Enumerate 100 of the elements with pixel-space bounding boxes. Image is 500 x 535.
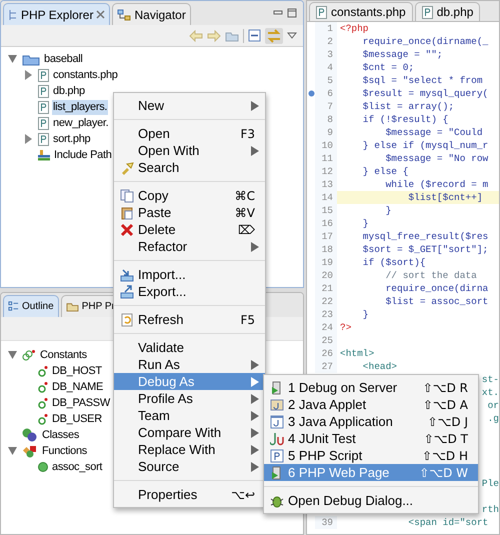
code-line: <head> bbox=[362, 361, 398, 372]
tree-item[interactable]: assoc_sort bbox=[51, 460, 104, 474]
menu-item[interactable]: Replace With bbox=[114, 441, 265, 458]
expanded-arrow-icon[interactable] bbox=[7, 350, 19, 360]
menu-item[interactable]: 5 PHP Script ⇧⌥D H bbox=[264, 447, 478, 464]
line-number: 21 bbox=[315, 282, 337, 295]
line-number: 10 bbox=[315, 139, 337, 152]
line-number: 17 bbox=[315, 230, 337, 243]
menu-item[interactable]: Open F3 bbox=[114, 125, 265, 142]
menu-item[interactable]: New bbox=[114, 97, 265, 114]
line-number: 23 bbox=[315, 308, 337, 321]
view-tab[interactable]: Outline bbox=[3, 295, 59, 317]
menu-item[interactable]: Validate bbox=[114, 339, 265, 356]
menu-item[interactable]: Run As bbox=[114, 356, 265, 373]
tree-item[interactable]: new_player. bbox=[52, 116, 110, 130]
menu-item[interactable]: Compare With bbox=[114, 424, 265, 441]
folder-icon bbox=[22, 52, 40, 66]
view-menu-icon[interactable] bbox=[287, 32, 297, 40]
code-line: <html> bbox=[340, 348, 374, 359]
tree-item[interactable]: Functions bbox=[41, 444, 88, 458]
view-tab[interactable]: PHP Explorer bbox=[3, 3, 110, 25]
constant-icon bbox=[38, 365, 48, 377]
line-number: 18 bbox=[315, 243, 337, 256]
code-line: $sort = $_GET["sort"]; bbox=[362, 244, 488, 255]
line-number: 27 bbox=[315, 360, 337, 373]
function-icon bbox=[38, 462, 48, 472]
line-number: 11 bbox=[315, 152, 337, 165]
line-number: 22 bbox=[315, 295, 337, 308]
expanded-arrow-icon[interactable] bbox=[7, 446, 19, 456]
code-fragment: or bbox=[488, 399, 499, 412]
menu-item[interactable]: 2 Java Applet ⇧⌥D A bbox=[264, 396, 478, 413]
script-icon bbox=[270, 448, 284, 462]
shortcut-label: ⇧⌥D W bbox=[419, 464, 469, 482]
menu-item[interactable]: Open Debug Dialog... bbox=[264, 492, 478, 509]
line-number: 7 bbox=[315, 100, 337, 113]
menu-item[interactable]: Import... bbox=[114, 266, 265, 283]
shortcut-label: ⌥↩ bbox=[231, 486, 256, 504]
tree-item[interactable]: DB_USER bbox=[51, 412, 103, 426]
shortcut-label: ⇧⌥D J bbox=[428, 414, 469, 430]
menu-item[interactable]: 4 JUnit Test ⇧⌥D T bbox=[264, 430, 478, 447]
code-line: <?php bbox=[340, 23, 369, 34]
tree-item[interactable]: db.php bbox=[52, 84, 86, 98]
shortcut-label: F5 bbox=[240, 312, 256, 328]
tree-item[interactable]: DB_HOST bbox=[51, 364, 103, 378]
line-number: 19 bbox=[315, 256, 337, 269]
editor-tab[interactable]: db.php bbox=[414, 2, 480, 21]
file-icon bbox=[38, 84, 49, 98]
close-icon[interactable] bbox=[96, 10, 106, 19]
maximize-icon[interactable] bbox=[287, 8, 297, 18]
code-fragment: Ple bbox=[482, 477, 499, 490]
hierarchy-icon bbox=[117, 8, 132, 20]
folders-icon bbox=[66, 301, 79, 312]
expanded-arrow-icon[interactable] bbox=[7, 54, 19, 64]
menu-item[interactable]: 1 Debug on Server ⇧⌥D R bbox=[264, 379, 478, 396]
editor-tab[interactable]: constants.php bbox=[309, 2, 413, 21]
code-line: } bbox=[362, 218, 369, 229]
code-line: $list = assoc_sort bbox=[384, 296, 488, 307]
line-number: 13 bbox=[315, 178, 337, 191]
line-number: 8 bbox=[315, 113, 337, 126]
menu-item[interactable]: Open With bbox=[114, 142, 265, 159]
menu-item[interactable]: Profile As bbox=[114, 390, 265, 407]
functions-icon bbox=[22, 444, 38, 458]
menu-item[interactable]: Paste ⌘V bbox=[114, 204, 265, 221]
delete-icon bbox=[120, 222, 134, 236]
menu-item[interactable]: Search bbox=[114, 159, 265, 176]
tree-item[interactable]: Include Path bbox=[53, 148, 113, 162]
menu-item[interactable]: Delete ⌦ bbox=[114, 221, 265, 238]
code-line: require_once(dirna bbox=[384, 283, 488, 294]
tree-item[interactable]: Classes bbox=[41, 428, 80, 442]
line-number: 16 bbox=[315, 217, 337, 230]
code-line: $result = mysql_query( bbox=[362, 88, 488, 99]
tree-view-icon bbox=[8, 8, 18, 20]
code-line: <span id="sort bbox=[407, 517, 488, 528]
menu-item[interactable]: Refactor bbox=[114, 238, 265, 255]
constant-icon bbox=[38, 397, 48, 409]
test-icon bbox=[270, 432, 284, 446]
tree-item[interactable]: DB_PASSW bbox=[51, 396, 111, 410]
collapse-all-icon[interactable] bbox=[248, 29, 261, 42]
tree-item[interactable]: list_players. bbox=[52, 100, 108, 114]
tree-item[interactable]: sort.php bbox=[52, 132, 92, 146]
code-fragment: xt. bbox=[482, 386, 499, 399]
submenu-arrow-icon bbox=[251, 146, 259, 156]
menu-item[interactable]: Team bbox=[114, 407, 265, 424]
flashlight-icon bbox=[120, 160, 134, 174]
tree-item[interactable]: baseball bbox=[43, 52, 84, 66]
menu-item[interactable]: Properties ⌥↩ bbox=[114, 486, 265, 503]
menu-item[interactable]: Copy ⌘C bbox=[114, 187, 265, 204]
shortcut-label: ⌘C bbox=[234, 188, 256, 204]
tree-item[interactable]: constants.php bbox=[52, 68, 119, 82]
code-fragment: .g bbox=[488, 412, 499, 425]
line-number: 14 bbox=[315, 191, 337, 204]
menu-item[interactable]: Source bbox=[114, 458, 265, 475]
menu-item[interactable]: 3 Java Application ⇧⌥D J bbox=[264, 413, 478, 430]
tree-item[interactable]: Constants bbox=[39, 348, 88, 362]
view-tab[interactable]: Navigator bbox=[112, 3, 191, 25]
file-icon bbox=[38, 100, 49, 114]
shortcut-label: F3 bbox=[240, 126, 256, 142]
shortcut-label: ⇧⌥D R bbox=[422, 380, 469, 396]
paste-icon bbox=[120, 206, 134, 220]
tree-item[interactable]: DB_NAME bbox=[51, 380, 104, 394]
